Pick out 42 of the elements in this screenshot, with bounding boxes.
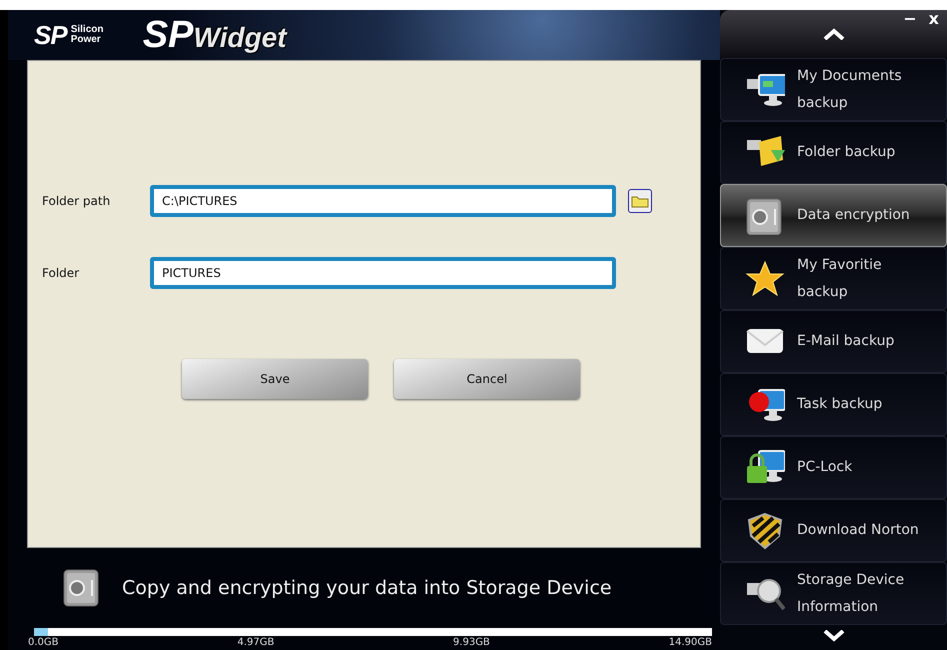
shield-icon bbox=[745, 512, 785, 550]
sidebar-item[interactable]: My Documents backup bbox=[720, 58, 947, 121]
chevron-up-icon[interactable] bbox=[822, 28, 844, 40]
axis-tick-label: 0.0GB bbox=[28, 636, 59, 650]
sidebar-item[interactable]: Folder backup bbox=[720, 121, 947, 184]
brand-logo-mark: SP bbox=[34, 20, 67, 50]
description-text: Copy and encrypting your data into Storage Device bbox=[122, 577, 612, 599]
logo-text: Widget bbox=[193, 22, 286, 54]
cancel-button[interactable]: Cancel bbox=[394, 359, 580, 399]
sidebar-item[interactable]: Data encryption bbox=[720, 184, 947, 247]
sidebar-item-label: Download Norton bbox=[797, 521, 919, 540]
close-button[interactable]: x bbox=[926, 10, 941, 28]
sidebar-item[interactable]: Task backup bbox=[720, 373, 947, 436]
sidebar-item-label: My Favoritie backup bbox=[797, 256, 883, 302]
sidebar-item[interactable]: Download Norton bbox=[720, 499, 947, 562]
sidebar-item[interactable]: E-Mail backup bbox=[720, 310, 947, 373]
axis-tick-label: 9.93GB bbox=[453, 636, 490, 650]
sidebar-item-label: My Documents backup bbox=[797, 66, 903, 112]
axis-tick-label: 14.90GB bbox=[668, 636, 712, 650]
input-field[interactable]: C:\PICTURES bbox=[150, 185, 616, 217]
sidebar-item-label: Storage Device Information bbox=[797, 570, 906, 616]
safe-icon bbox=[62, 568, 100, 608]
sidebar-item-label: E-Mail backup bbox=[797, 332, 896, 351]
save-button[interactable]: Save bbox=[182, 359, 368, 399]
star-icon bbox=[745, 260, 785, 298]
input-field[interactable]: PICTURES bbox=[150, 257, 616, 289]
sidebar-item[interactable]: PC-Lock bbox=[720, 436, 947, 499]
axis-tick-label: 4.97GB bbox=[237, 636, 274, 650]
sidebar-item-label: PC-Lock bbox=[797, 458, 854, 477]
sidebar-item-label: Task backup bbox=[797, 395, 884, 414]
chevron-down-icon[interactable] bbox=[822, 630, 844, 642]
folder-icon bbox=[631, 194, 649, 208]
sidebar-item[interactable]: My Favoritie backup bbox=[720, 247, 947, 310]
sidebar-item-label: Data encryption bbox=[797, 206, 911, 225]
brand-name: Silicon Power bbox=[70, 25, 104, 45]
field-label: Folder bbox=[41, 266, 80, 280]
minimize-button[interactable]: − bbox=[901, 10, 919, 28]
field-label: Folder path bbox=[41, 194, 112, 208]
sidebar-item-label: Folder backup bbox=[797, 143, 896, 162]
browse-button[interactable] bbox=[628, 189, 652, 213]
sidebar-item[interactable]: Storage Device Information bbox=[720, 562, 947, 625]
logo-mark: SP bbox=[142, 15, 194, 55]
